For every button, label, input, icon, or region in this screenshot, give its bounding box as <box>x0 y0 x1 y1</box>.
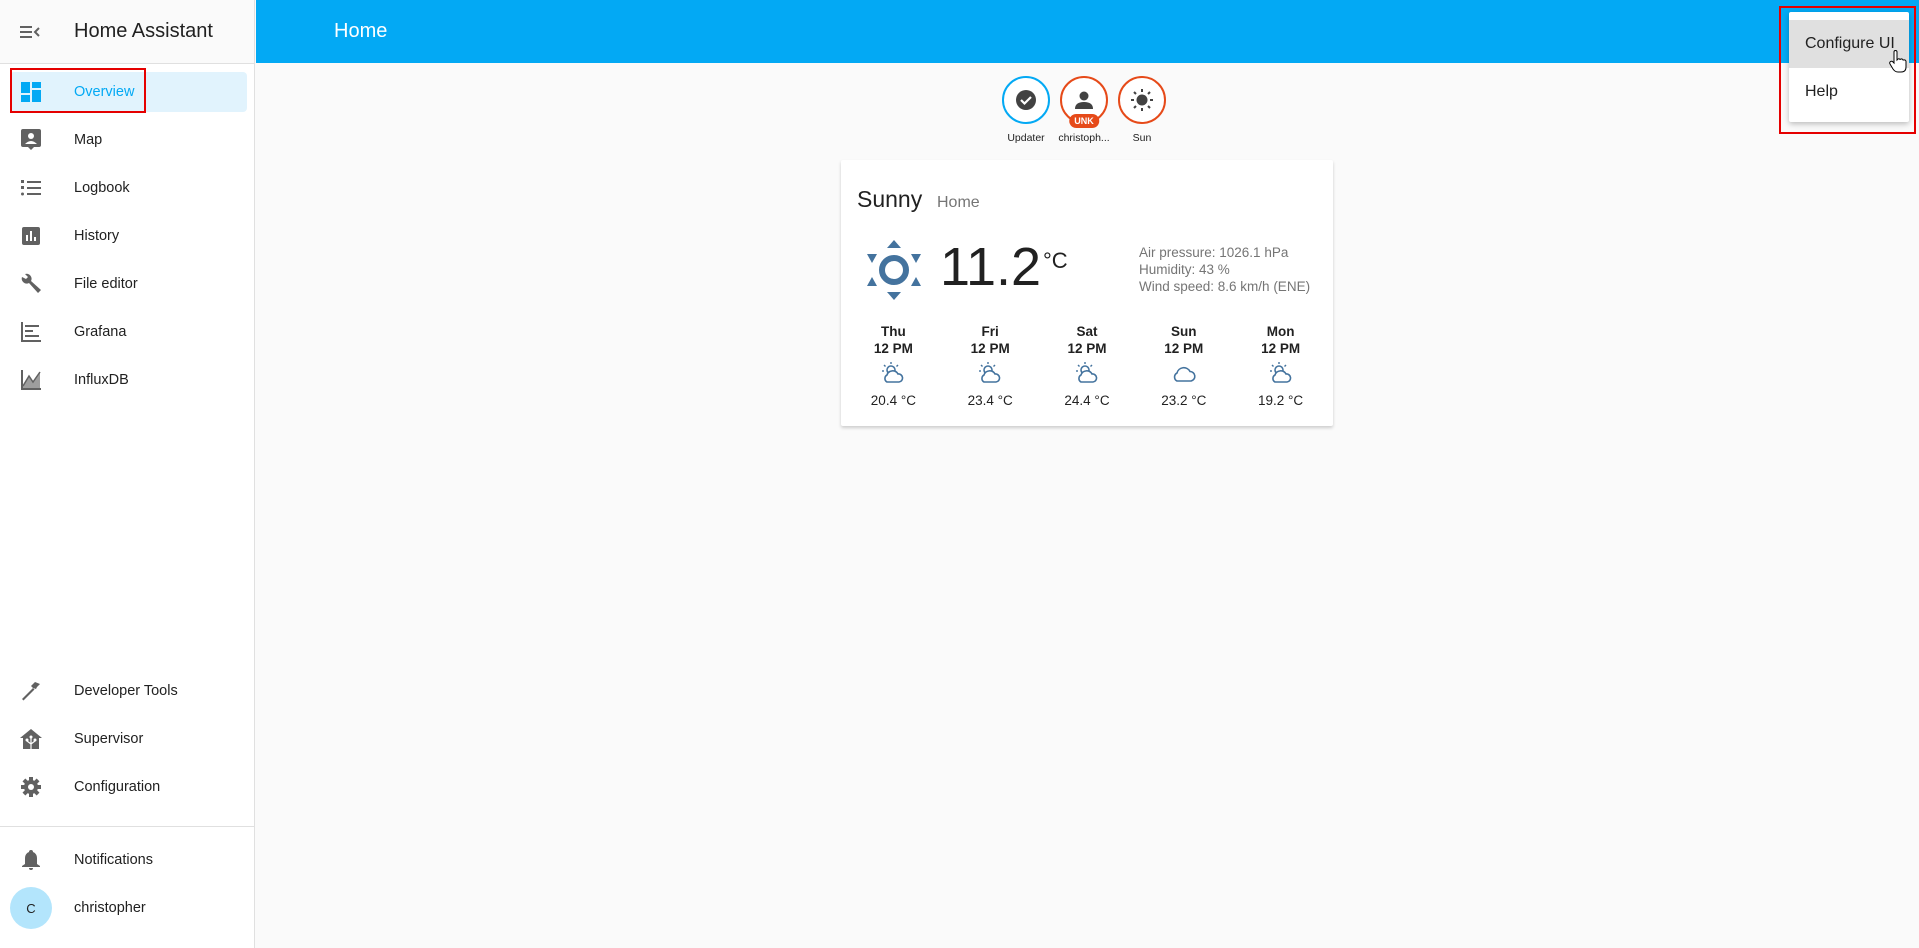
sidebar-item-label: File editor <box>74 276 138 292</box>
sidebar-item-overview[interactable]: Overview <box>10 72 247 112</box>
account-box-icon <box>10 129 52 151</box>
sidebar-item-label: History <box>74 228 120 244</box>
menu-item-help[interactable]: Help <box>1789 68 1909 116</box>
sidebar-item-map[interactable]: Map <box>10 120 247 160</box>
chart-areaspline-icon <box>10 370 52 390</box>
sidebar-item-influxdb[interactable]: InfluxDB <box>10 360 247 400</box>
badge-person[interactable]: UNK christoph... <box>1058 76 1110 144</box>
badge-label: Sun <box>1132 132 1152 144</box>
forecast-temp: 19.2 °C <box>1257 393 1304 408</box>
view-dashboard-icon <box>10 82 52 102</box>
cloudy-icon <box>1172 362 1196 389</box>
air-pressure: Air pressure: 1026.1 hPa <box>1139 245 1289 260</box>
account-icon <box>1075 91 1093 109</box>
sidebar-header: Home Assistant <box>0 0 254 64</box>
sidebar-item-file-editor[interactable]: File editor <box>10 264 247 304</box>
forecast-item: Thu 12 PM 20.4 °C <box>853 323 933 408</box>
badge-label: Updater <box>1007 132 1045 144</box>
hand-cursor-icon <box>1889 50 1907 73</box>
weather-condition: Sunny <box>857 186 923 212</box>
menu-toggle-button[interactable] <box>0 24 60 40</box>
forecast-temp: 24.4 °C <box>1064 393 1110 408</box>
home-assistant-icon <box>10 729 52 749</box>
sidebar-item-notifications[interactable]: Notifications <box>10 840 247 880</box>
sidebar-item-grafana[interactable]: Grafana <box>10 312 247 352</box>
forecast-day: Fri <box>981 324 999 339</box>
forecast-temp: 20.4 °C <box>870 393 916 408</box>
chart-timeline-icon <box>10 322 52 342</box>
sidebar-item-label: Grafana <box>74 324 127 340</box>
app-toolbar: Home <box>256 0 1919 63</box>
status-badge: UNK <box>1069 114 1099 128</box>
avatar: C <box>10 887 52 929</box>
sidebar-item-label: Overview <box>74 84 135 100</box>
sidebar-item-history[interactable]: History <box>10 216 247 256</box>
forecast-time: 12 PM <box>1261 341 1301 356</box>
partly-cloudy-icon <box>1269 362 1293 389</box>
forecast-item: Sun 12 PM 23.2 °C <box>1144 323 1224 408</box>
page-title: Home <box>334 20 388 42</box>
sidebar-item-label: Notifications <box>74 852 153 868</box>
bell-icon <box>10 850 52 870</box>
sidebar-item-label: Logbook <box>74 180 130 196</box>
sidebar-divider <box>0 826 255 827</box>
forecast-day: Sun <box>1171 324 1197 339</box>
forecast-time: 12 PM <box>873 341 913 356</box>
forecast-item: Mon 12 PM 19.2 °C <box>1241 323 1321 408</box>
current-temperature: 11.2 <box>940 237 1042 297</box>
sidebar-item-label: Map <box>74 132 103 148</box>
badge-sun[interactable]: Sun <box>1116 76 1168 144</box>
humidity: Humidity: 43 % <box>1139 262 1230 277</box>
sun-icon <box>1131 89 1153 111</box>
badges-row: Updater UNK christoph... Sun <box>1000 76 1168 144</box>
forecast-time: 12 PM <box>970 341 1010 356</box>
cog-icon <box>10 777 52 797</box>
weather-location: Home <box>937 194 980 211</box>
forecast-time: 12 PM <box>1067 341 1107 356</box>
sidebar: Home Assistant Overview Map Logbook Hist… <box>0 0 255 948</box>
partly-cloudy-icon <box>881 362 905 389</box>
sidebar-item-configuration[interactable]: Configuration <box>10 767 247 807</box>
partly-cloudy-icon <box>1075 362 1099 389</box>
wind-speed: Wind speed: 8.6 km/h (ENE) <box>1139 279 1311 294</box>
sidebar-item-label: Configuration <box>74 779 161 795</box>
sunny-icon <box>867 240 921 305</box>
forecast: Thu 12 PM 20.4 °C Fri 12 PM 23.4 °C Sat … <box>841 323 1333 408</box>
badge-updater[interactable]: Updater <box>1000 76 1052 144</box>
sidebar-item-logbook[interactable]: Logbook <box>10 168 247 208</box>
forecast-temp: 23.4 °C <box>967 393 1013 408</box>
weather-attributes: Air pressure: 1026.1 hPa Humidity: 43 % … <box>1139 244 1310 295</box>
forecast-day: Mon <box>1266 324 1295 339</box>
forecast-day: Thu <box>881 324 906 339</box>
wrench-icon <box>10 273 52 295</box>
menu-open-icon <box>20 25 40 38</box>
forecast-temp: 23.2 °C <box>1161 393 1207 408</box>
sidebar-item-supervisor[interactable]: Supervisor <box>10 719 247 759</box>
hammer-icon <box>10 681 52 701</box>
partly-cloudy-icon <box>978 362 1002 389</box>
sidebar-item-developer-tools[interactable]: Developer Tools <box>10 671 247 711</box>
forecast-item: Fri 12 PM 23.4 °C <box>950 323 1030 408</box>
forecast-item: Sat 12 PM 24.4 °C <box>1047 323 1127 408</box>
badge-label: christoph... <box>1058 132 1110 144</box>
temperature-unit: °C <box>1043 248 1068 273</box>
sidebar-item-label: Developer Tools <box>74 683 178 699</box>
chart-box-icon <box>10 227 52 245</box>
sidebar-item-label: christopher <box>74 900 146 916</box>
sidebar-item-label: InfluxDB <box>74 372 129 388</box>
sidebar-item-label: Supervisor <box>74 731 144 747</box>
forecast-time: 12 PM <box>1164 341 1204 356</box>
check-circle-icon <box>1016 90 1036 110</box>
app-title: Home Assistant <box>74 20 213 42</box>
format-list-icon <box>10 180 52 196</box>
forecast-day: Sat <box>1076 324 1098 339</box>
sidebar-item-user[interactable]: C christopher <box>10 887 247 929</box>
weather-card[interactable]: Sunny Home 11.2 °C Air pressure: 1026.1 … <box>841 160 1333 426</box>
